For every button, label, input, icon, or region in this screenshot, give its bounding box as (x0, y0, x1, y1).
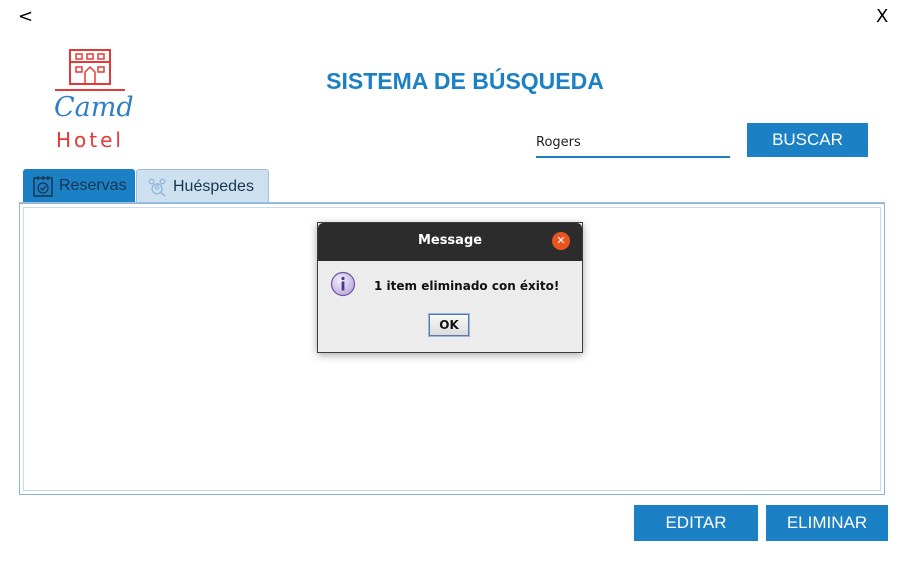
close-window-button[interactable]: X (876, 6, 888, 27)
search-input[interactable] (536, 128, 730, 158)
logo-text-camd: Camd (54, 92, 134, 123)
logo-divider (55, 89, 125, 91)
logo-text-hotel: Hotel (56, 128, 124, 152)
hotel-logo: Camd Hotel (52, 48, 134, 156)
edit-button[interactable]: EDITAR (634, 505, 758, 541)
delete-button[interactable]: ELIMINAR (766, 505, 888, 541)
tab-reservas-label: Reservas (59, 177, 127, 194)
message-dialog: Message ✕ 1 item eliminado con éxito! OK (317, 222, 583, 353)
calendar-check-icon (33, 176, 53, 197)
dialog-titlebar: Message ✕ (318, 223, 582, 261)
dialog-close-icon[interactable]: ✕ (552, 232, 570, 250)
page-title: SISTEMA DE BÚSQUEDA (326, 68, 604, 94)
guests-search-icon (148, 178, 166, 197)
search-button[interactable]: BUSCAR (747, 123, 868, 157)
tab-reservas[interactable]: Reservas (23, 169, 135, 203)
tab-huespedes-label: Huéspedes (173, 177, 254, 195)
hotel-building-icon (69, 49, 111, 85)
tab-huespedes[interactable]: Huéspedes (136, 169, 269, 203)
dialog-title: Message (417, 233, 483, 248)
ok-button[interactable]: OK (428, 313, 470, 337)
back-button[interactable]: < (18, 6, 33, 27)
dialog-message: 1 item eliminado con éxito! (374, 279, 560, 293)
info-icon (330, 271, 356, 297)
